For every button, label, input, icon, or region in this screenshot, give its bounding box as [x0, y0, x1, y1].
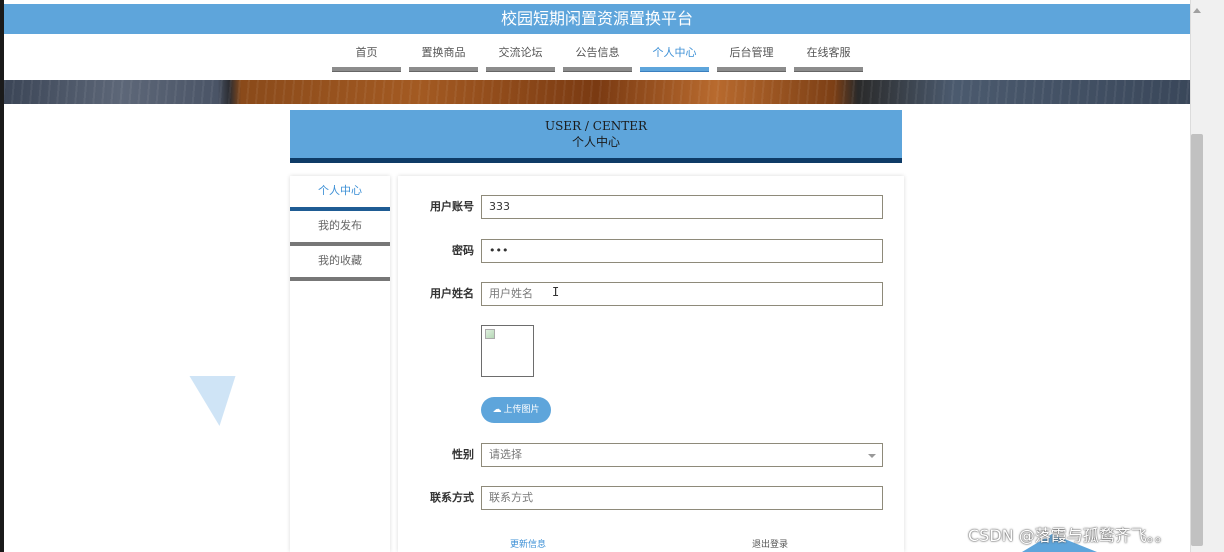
form-row-gender: 性别 请选择: [398, 443, 904, 467]
nav-item-bar: [332, 67, 401, 72]
nav-item-bar: [409, 67, 478, 72]
site-header: 校园短期闲置资源置换平台: [4, 4, 1190, 34]
section-title-en: USER / CENTER: [544, 119, 648, 133]
site-title: 校园短期闲置资源置换平台: [500, 9, 693, 28]
sidebar-item-my-posts[interactable]: 我的发布: [290, 211, 390, 246]
nav-item-bar: [717, 67, 786, 72]
nav-item-goods[interactable]: 置换商品: [409, 46, 478, 72]
nav-item-bar: [794, 67, 863, 72]
upload-image-button[interactable]: ☁ 上传图片: [481, 397, 551, 423]
nav-item-bar: [640, 67, 709, 72]
nav-item-home[interactable]: 首页: [332, 46, 401, 72]
nav-item-notices[interactable]: 公告信息: [563, 46, 632, 72]
chevron-down-icon: [868, 454, 876, 458]
nav-item-label: 交流论坛: [498, 46, 543, 59]
scroll-up-arrow-icon[interactable]: [1193, 8, 1201, 13]
section-heading: USER / CENTER 个人中心: [290, 110, 902, 163]
nav-item-user-center[interactable]: 个人中心: [640, 46, 709, 72]
form-row-name: 用户姓名 用户姓名: [398, 282, 904, 306]
nav-item-label: 首页: [355, 46, 378, 59]
nav-item-label: 在线客服: [806, 46, 851, 59]
nav-item-bar: [486, 67, 555, 72]
nav-item-support[interactable]: 在线客服: [794, 46, 863, 72]
gender-select[interactable]: 请选择: [481, 443, 883, 467]
contact-field[interactable]: 联系方式: [481, 486, 883, 510]
sidebar-item-favorites[interactable]: 我的收藏: [290, 246, 390, 281]
profile-form: 用户账号 333 密码 ••• 用户姓名 用户姓名 ☁ 上传图片 性别 请选择 联…: [398, 176, 904, 552]
cloud-upload-icon: ☁: [492, 405, 502, 415]
update-info-button[interactable]: 更新信息: [510, 537, 546, 550]
account-label: 用户账号: [430, 200, 474, 213]
avatar-preview: [481, 325, 534, 377]
upload-button-label: 上传图片: [503, 405, 540, 415]
text-cursor-icon: I: [552, 285, 560, 299]
vertical-scrollbar[interactable]: [1190, 0, 1224, 552]
gender-label: 性别: [452, 448, 474, 461]
gender-select-value: 请选择: [489, 448, 522, 461]
sidebar: 个人中心 我的发布 我的收藏: [290, 176, 390, 552]
decorative-triangle: [189, 376, 243, 426]
broken-image-icon: [485, 329, 495, 339]
watermark: CSDN @落霞与孤鹜齐飞。。: [968, 526, 1171, 545]
nav-item-label: 公告信息: [575, 46, 620, 59]
nav-item-bar: [563, 67, 632, 72]
main-nav: 首页 置换商品 交流论坛 公告信息 个人中心 后台管理 在线客服: [332, 46, 863, 72]
sidebar-item-bar: [290, 277, 390, 281]
nav-item-label: 置换商品: [421, 46, 466, 59]
section-title-cn: 个人中心: [571, 135, 620, 149]
sidebar-item-user-center[interactable]: 个人中心: [290, 176, 390, 211]
form-row-contact: 联系方式 联系方式: [398, 486, 904, 510]
scrollbar-thumb[interactable]: [1191, 134, 1203, 546]
name-label: 用户姓名: [430, 287, 474, 300]
account-field[interactable]: 333: [481, 195, 883, 219]
nav-item-forum[interactable]: 交流论坛: [486, 46, 555, 72]
sidebar-item-label: 我的收藏: [318, 254, 362, 267]
name-field[interactable]: 用户姓名: [481, 282, 883, 306]
logout-button[interactable]: 退出登录: [752, 537, 788, 550]
nav-item-label: 个人中心: [652, 46, 697, 59]
nav-item-admin[interactable]: 后台管理: [717, 46, 786, 72]
sidebar-item-label: 个人中心: [318, 184, 362, 197]
password-field[interactable]: •••: [481, 239, 883, 263]
contact-label: 联系方式: [430, 491, 474, 504]
sidebar-item-label: 我的发布: [318, 219, 362, 232]
nav-item-label: 后台管理: [729, 46, 774, 59]
form-row-account: 用户账号 333: [398, 195, 904, 219]
password-label: 密码: [452, 244, 474, 257]
form-row-password: 密码 •••: [398, 239, 904, 263]
banner-image: [4, 80, 1190, 104]
